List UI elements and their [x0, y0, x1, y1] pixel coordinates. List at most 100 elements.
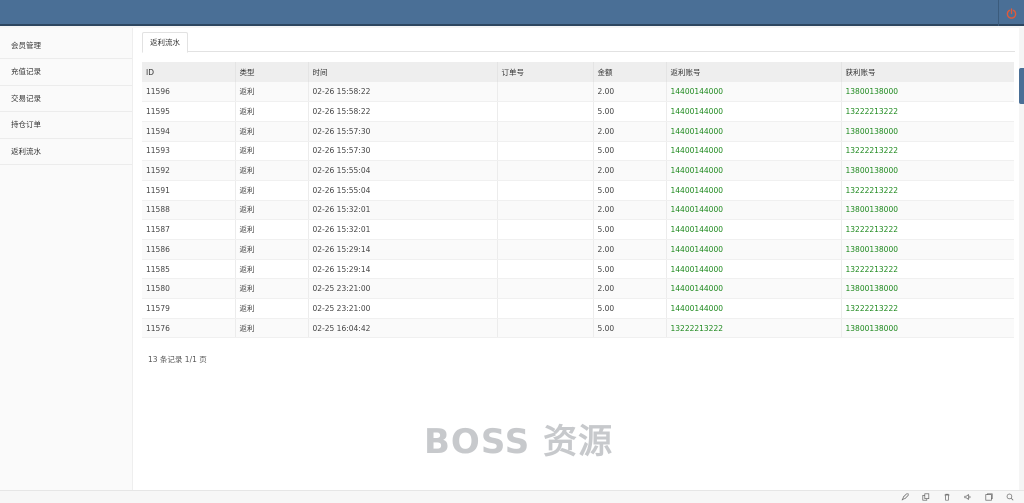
- cell-profit-account[interactable]: 13222213222: [841, 259, 1014, 280]
- cell-id: 11588: [142, 200, 236, 221]
- cell-id: 11594: [142, 121, 236, 142]
- cell-profit-account[interactable]: 13800138000: [841, 121, 1014, 142]
- cell-order-no: [497, 121, 594, 142]
- cell-rebate-account[interactable]: 14400144000: [666, 141, 842, 162]
- logout-button[interactable]: [998, 0, 1024, 26]
- cell-time: 02-26 15:58:22: [308, 101, 498, 122]
- rocket-icon[interactable]: [900, 492, 909, 501]
- scroll-handle[interactable]: [1019, 68, 1024, 104]
- column-header-order-no[interactable]: 订单号: [497, 62, 594, 82]
- column-header-time[interactable]: 时间: [308, 62, 498, 82]
- sidebar-item-rebates[interactable]: 返利流水: [0, 139, 132, 165]
- table-row[interactable]: 11593 返利 02-26 15:57:30 5.00 14400144000 1322…: [142, 141, 1014, 162]
- cell-amount: 2.00: [593, 121, 667, 142]
- table-row[interactable]: 11594 返利 02-26 15:57:30 2.00 14400144000 1380…: [142, 121, 1014, 142]
- cell-time: 02-26 15:32:01: [308, 200, 498, 221]
- cell-profit-account[interactable]: 13800138000: [841, 318, 1014, 339]
- cell-order-no: [497, 141, 594, 162]
- column-header-id[interactable]: ID: [142, 62, 236, 82]
- cell-profit-account[interactable]: 13800138000: [841, 239, 1014, 260]
- cell-rebate-account[interactable]: 14400144000: [666, 239, 842, 260]
- cell-amount: 5.00: [593, 141, 667, 162]
- tab-rebate-flow[interactable]: 返利流水: [142, 32, 188, 53]
- cell-type: 返利: [235, 219, 309, 240]
- table-row[interactable]: 11587 返利 02-26 15:32:01 5.00 14400144000 1322…: [142, 219, 1014, 240]
- cell-order-no: [497, 239, 594, 260]
- table-row[interactable]: 11588 返利 02-26 15:32:01 2.00 14400144000 1380…: [142, 200, 1014, 221]
- table-row[interactable]: 11576 返利 02-25 16:04:42 5.00 13222213222 1380…: [142, 318, 1014, 339]
- cell-rebate-account[interactable]: 13222213222: [666, 318, 842, 339]
- cell-order-no: [497, 298, 594, 319]
- table-row[interactable]: 11579 返利 02-25 23:21:00 5.00 14400144000 1322…: [142, 298, 1014, 319]
- cell-id: 11591: [142, 180, 236, 201]
- sidebar-item-trades[interactable]: 交易记录: [0, 86, 132, 113]
- cell-profit-account[interactable]: 13222213222: [841, 141, 1014, 162]
- cell-order-no: [497, 318, 594, 339]
- cell-id: 11596: [142, 82, 236, 103]
- sidebar-item-recharge[interactable]: 充值记录: [0, 59, 132, 86]
- cell-order-no: [497, 259, 594, 280]
- power-icon: [1006, 7, 1017, 19]
- cell-rebate-account[interactable]: 14400144000: [666, 219, 842, 240]
- cell-time: 02-26 15:32:01: [308, 219, 498, 240]
- window-icon[interactable]: [984, 492, 993, 501]
- table-row[interactable]: 11585 返利 02-26 15:29:14 5.00 14400144000 1322…: [142, 259, 1014, 280]
- cell-rebate-account[interactable]: 14400144000: [666, 259, 842, 280]
- cell-id: 11587: [142, 219, 236, 240]
- cell-amount: 5.00: [593, 101, 667, 122]
- tab-bar: 返利流水: [142, 30, 1015, 53]
- table-row[interactable]: 11596 返利 02-26 15:58:22 2.00 14400144000 1380…: [142, 82, 1014, 103]
- search-icon[interactable]: [1005, 492, 1014, 501]
- cell-order-no: [497, 101, 594, 122]
- cell-order-no: [497, 219, 594, 240]
- cell-rebate-account[interactable]: 14400144000: [666, 121, 842, 142]
- status-bar: [0, 490, 1024, 503]
- trash-icon[interactable]: [942, 492, 951, 501]
- column-header-rebate-account[interactable]: 返利账号: [666, 62, 842, 82]
- cell-type: 返利: [235, 259, 309, 280]
- table-row[interactable]: 11595 返利 02-26 15:58:22 5.00 14400144000 1322…: [142, 101, 1014, 122]
- cell-id: 11580: [142, 278, 236, 300]
- cell-id: 11593: [142, 141, 236, 162]
- cell-rebate-account[interactable]: 14400144000: [666, 200, 842, 221]
- cell-rebate-account[interactable]: 14400144000: [666, 180, 842, 201]
- cell-profit-account[interactable]: 13800138000: [841, 200, 1014, 221]
- sidebar-item-members[interactable]: 会员管理: [0, 33, 132, 60]
- cell-rebate-account[interactable]: 14400144000: [666, 278, 842, 300]
- cell-profit-account[interactable]: 13222213222: [841, 298, 1014, 319]
- cell-profit-account[interactable]: 13800138000: [841, 82, 1014, 103]
- cell-profit-account[interactable]: 13222213222: [841, 101, 1014, 122]
- copy-icon[interactable]: [921, 492, 930, 501]
- cell-profit-account[interactable]: 13800138000: [841, 278, 1014, 300]
- cell-order-no: [497, 82, 594, 103]
- cell-type: 返利: [235, 298, 309, 319]
- cell-rebate-account[interactable]: 14400144000: [666, 298, 842, 319]
- main-content: 返利流水 ID 类型 时间 订单号 金额 返利账号 获利账号 11596 返利 02…: [133, 28, 1019, 490]
- speaker-icon[interactable]: [963, 492, 972, 501]
- watermark-logo: BOSS 资源: [424, 422, 614, 462]
- cell-rebate-account[interactable]: 14400144000: [666, 101, 842, 122]
- cell-type: 返利: [235, 318, 309, 339]
- cell-time: 02-26 15:58:22: [308, 82, 498, 103]
- table-header-row: ID 类型 时间 订单号 金额 返利账号 获利账号: [142, 62, 1014, 82]
- column-header-amount[interactable]: 金额: [593, 62, 667, 82]
- sidebar-item-positions[interactable]: 持仓订单: [0, 112, 132, 139]
- cell-profit-account[interactable]: 13222213222: [841, 219, 1014, 240]
- cell-id: 11579: [142, 298, 236, 319]
- cell-amount: 2.00: [593, 200, 667, 221]
- cell-order-no: [497, 180, 594, 201]
- cell-profit-account[interactable]: 13222213222: [841, 180, 1014, 201]
- cell-type: 返利: [235, 160, 309, 181]
- cell-rebate-account[interactable]: 14400144000: [666, 160, 842, 181]
- table-row[interactable]: 11592 返利 02-26 15:55:04 2.00 14400144000 1380…: [142, 160, 1014, 181]
- column-header-type[interactable]: 类型: [235, 62, 309, 82]
- table-row[interactable]: 11580 返利 02-25 23:21:00 2.00 14400144000 1380…: [142, 278, 1014, 300]
- cell-profit-account[interactable]: 13800138000: [841, 160, 1014, 181]
- cell-time: 02-26 15:57:30: [308, 141, 498, 162]
- cell-rebate-account[interactable]: 14400144000: [666, 82, 842, 103]
- table-row[interactable]: 11586 返利 02-26 15:29:14 2.00 14400144000 1380…: [142, 239, 1014, 260]
- table-row[interactable]: 11591 返利 02-26 15:55:04 5.00 14400144000 1322…: [142, 180, 1014, 201]
- cell-amount: 5.00: [593, 298, 667, 319]
- cell-id: 11585: [142, 259, 236, 280]
- column-header-profit-account[interactable]: 获利账号: [841, 62, 1014, 82]
